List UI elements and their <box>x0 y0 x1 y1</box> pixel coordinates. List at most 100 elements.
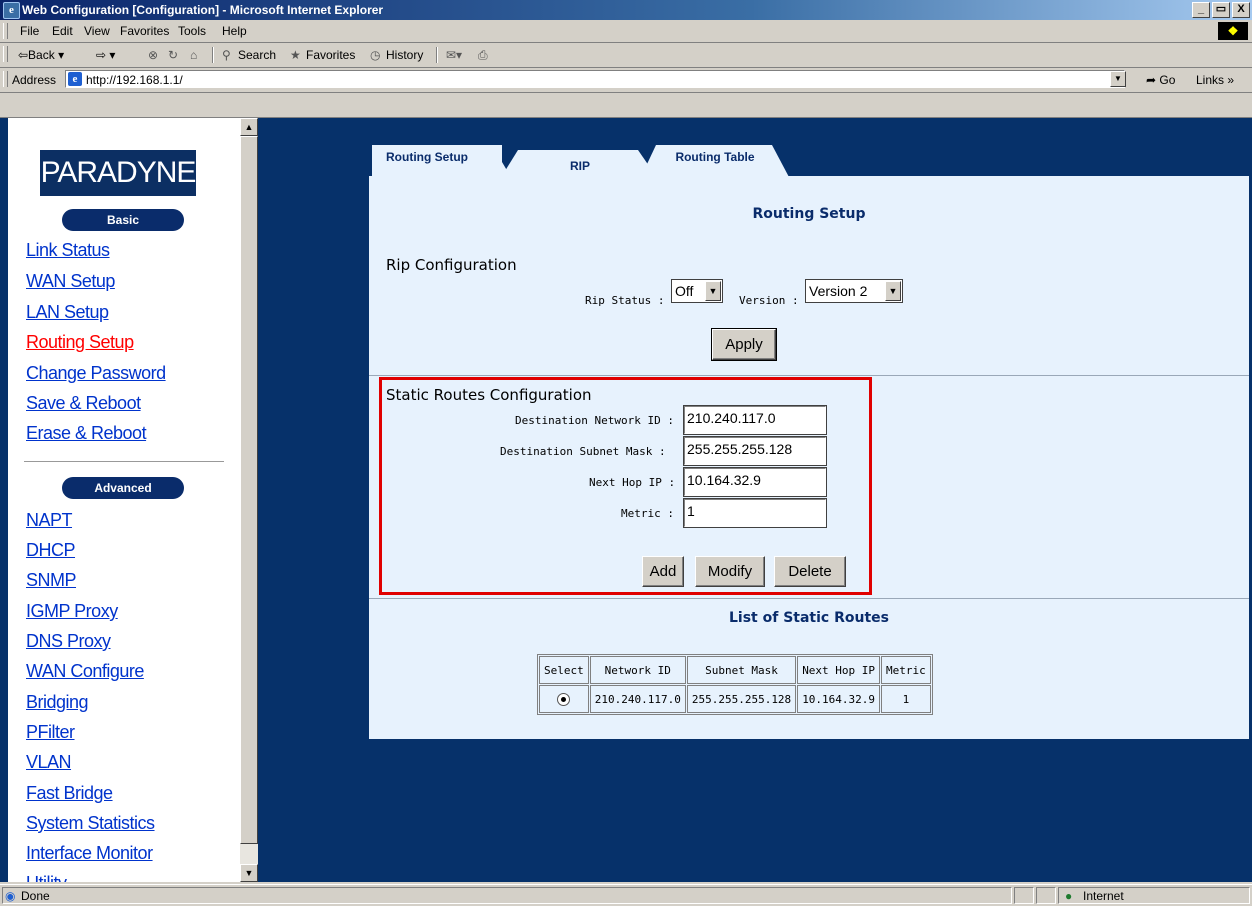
nav-vlan[interactable]: VLAN <box>26 752 72 773</box>
basic-section-header: Basic <box>62 209 184 231</box>
nav-dns-proxy[interactable]: DNS Proxy <box>26 631 111 652</box>
window-title: Web Configuration [Configuration] - Micr… <box>22 3 384 17</box>
menu-view[interactable]: View <box>84 24 110 38</box>
next-hop-label: Next Hop IP : <box>589 476 676 489</box>
menu-bar: File Edit View Favorites Tools Help ❖ <box>0 20 1252 43</box>
nav-save-reboot[interactable]: Save & Reboot <box>26 393 141 414</box>
sidebar-scrollbar[interactable]: ▲ ▼ <box>240 118 258 882</box>
search-button[interactable]: Search <box>238 48 276 62</box>
menu-edit[interactable]: Edit <box>52 24 73 38</box>
paradyne-logo: PARADYNE <box>40 150 196 196</box>
nav-routing-setup[interactable]: Routing Setup <box>26 332 134 353</box>
scroll-down-arrow-icon[interactable]: ▼ <box>240 864 258 882</box>
nav-link-status[interactable]: Link Status <box>26 240 110 261</box>
menu-tools[interactable]: Tools <box>178 24 206 38</box>
nav-wan-configure[interactable]: WAN Configure <box>26 661 144 682</box>
zone-text: Internet <box>1083 889 1124 903</box>
chevron-down-icon: ▼ <box>705 281 721 301</box>
nav-bridging[interactable]: Bridging <box>26 692 89 713</box>
column-header-next-hop: Next Hop IP <box>797 656 881 684</box>
chevron-down-icon: ▼ <box>885 281 901 301</box>
nav-pfilter[interactable]: PFilter <box>26 722 75 743</box>
sidebar-divider <box>24 461 224 462</box>
nav-wan-setup[interactable]: WAN Setup <box>26 271 115 292</box>
dest-mask-label: Destination Subnet Mask : <box>500 445 666 458</box>
nav-fast-bridge[interactable]: Fast Bridge <box>26 783 113 804</box>
delete-button[interactable]: Delete <box>774 556 846 587</box>
dest-network-input[interactable]: 210.240.117.0 <box>683 405 827 435</box>
back-button[interactable]: ⇦Back ▾ <box>18 48 64 62</box>
tab-routing-table[interactable]: Routing Table <box>640 145 790 179</box>
panel-title: Routing Setup <box>752 206 866 222</box>
static-routes-label: Static Routes Configuration <box>386 386 592 404</box>
advanced-section-header: Advanced <box>62 477 184 499</box>
rip-config-label: Rip Configuration <box>386 256 517 274</box>
standard-toolbar: ⇦Back ▾ ⇨ ▾ ⊗ ↻ ⌂ ⚲ Search ★ Favorites ◷… <box>0 43 1252 68</box>
window-title-bar: e Web Configuration [Configuration] - Mi… <box>0 0 1252 20</box>
history-icon: ◷ <box>370 48 381 62</box>
print-icon[interactable]: ⎙ <box>478 48 488 63</box>
column-header-subnet-mask: Subnet Mask <box>686 656 797 684</box>
address-label: Address <box>12 73 57 87</box>
menu-help[interactable]: Help <box>222 24 247 38</box>
static-routes-table: Select Network ID Subnet Mask Next Hop I… <box>537 654 933 715</box>
menu-file[interactable]: File <box>20 24 39 38</box>
version-select[interactable]: Version 2 ▼ <box>805 279 903 303</box>
address-dropdown-button[interactable]: ▼ <box>1110 71 1126 87</box>
nav-dhcp[interactable]: DHCP <box>26 540 76 561</box>
route-metric-cell: 1 <box>881 685 931 713</box>
add-button[interactable]: Add <box>642 556 684 587</box>
static-routes-list-title: List of Static Routes <box>729 610 889 626</box>
nav-utility[interactable]: Utility <box>26 873 67 882</box>
dest-mask-input[interactable]: 255.255.255.128 <box>683 436 827 466</box>
favorites-button[interactable]: Favorites <box>306 48 355 62</box>
nav-system-statistics[interactable]: System Statistics <box>26 813 155 834</box>
refresh-icon[interactable]: ↻ <box>168 48 178 62</box>
forward-button[interactable]: ⇨ ▾ <box>96 48 115 62</box>
page-icon: e <box>68 72 82 86</box>
metric-label: Metric : <box>621 507 674 520</box>
favorites-icon: ★ <box>290 48 301 62</box>
table-header-row: Select Network ID Subnet Mask Next Hop I… <box>539 656 931 684</box>
route-mask-cell: 255.255.255.128 <box>686 685 797 713</box>
metric-input[interactable]: 1 <box>683 498 827 528</box>
links-button[interactable]: Links » <box>1196 73 1234 87</box>
scroll-thumb[interactable] <box>240 136 258 844</box>
column-header-metric: Metric <box>881 656 931 684</box>
route-select-radio[interactable] <box>557 692 571 706</box>
history-button[interactable]: History <box>386 48 423 62</box>
dest-network-label: Destination Network ID : <box>515 414 674 427</box>
nav-change-password[interactable]: Change Password <box>26 363 166 384</box>
home-icon[interactable]: ⌂ <box>190 48 197 62</box>
nav-erase-reboot[interactable]: Erase & Reboot <box>26 423 147 444</box>
nav-interface-monitor[interactable]: Interface Monitor <box>26 843 153 864</box>
tab-rip[interactable]: RIP <box>500 145 658 179</box>
maximize-button[interactable]: ▭ <box>1212 2 1230 18</box>
column-header-network-id: Network ID <box>589 656 686 684</box>
page-done-icon: ◉ <box>5 889 16 903</box>
route-network-cell: 210.240.117.0 <box>589 685 686 713</box>
close-button[interactable]: X <box>1232 2 1250 18</box>
stop-icon[interactable]: ⊗ <box>148 48 158 62</box>
nav-snmp[interactable]: SNMP <box>26 570 77 591</box>
status-text: Done <box>21 889 50 903</box>
apply-button[interactable]: Apply <box>711 328 777 361</box>
nav-napt[interactable]: NAPT <box>26 510 73 531</box>
address-url: http://192.168.1.1/ <box>86 73 183 87</box>
tab-routing-setup[interactable]: Routing Setup <box>372 145 512 179</box>
modify-button[interactable]: Modify <box>695 556 765 587</box>
rip-status-select[interactable]: Off ▼ <box>671 279 723 303</box>
windows-logo-icon: ❖ <box>1218 22 1248 40</box>
go-button[interactable]: ➦ Go <box>1146 73 1175 87</box>
route-select-cell[interactable] <box>539 685 589 713</box>
mail-icon[interactable]: ✉▾ <box>446 48 462 62</box>
version-label: Version : <box>739 294 799 307</box>
minimize-button[interactable]: _ <box>1192 2 1210 18</box>
address-bar: Address e http://192.168.1.1/ ▼ ➦ Go Lin… <box>0 68 1252 93</box>
next-hop-input[interactable]: 10.164.32.9 <box>683 467 827 497</box>
scroll-up-arrow-icon[interactable]: ▲ <box>240 118 258 136</box>
nav-lan-setup[interactable]: LAN Setup <box>26 302 109 323</box>
address-input[interactable]: e http://192.168.1.1/ <box>65 70 1125 88</box>
nav-igmp-proxy[interactable]: IGMP Proxy <box>26 601 118 622</box>
menu-favorites[interactable]: Favorites <box>120 24 169 38</box>
